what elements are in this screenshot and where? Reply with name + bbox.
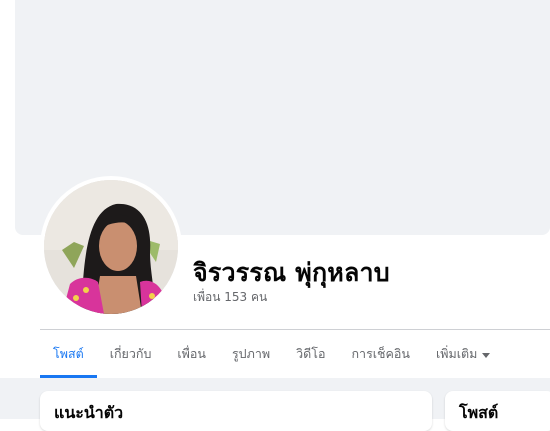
intro-card-title: แนะนำตัว: [54, 403, 124, 422]
caret-down-icon: [482, 352, 491, 358]
profile-picture[interactable]: [44, 180, 178, 314]
tab-check-ins[interactable]: การเช็คอิน: [338, 330, 422, 378]
tab-about[interactable]: เกี่ยวกับ: [97, 330, 165, 378]
profile-photo-image: [44, 180, 178, 314]
tab-videos-label: วิดีโอ: [296, 346, 326, 361]
posts-card-title: โพสต์: [459, 403, 499, 422]
profile-name: จิรวรรณ พุ่กุหลาบ: [193, 258, 390, 287]
tab-more[interactable]: เพิ่มเติม: [423, 330, 503, 378]
tab-friends[interactable]: เพื่อน: [164, 330, 219, 378]
tab-about-label: เกี่ยวกับ: [109, 346, 152, 361]
tab-check-ins-label: การเช็คอิน: [351, 346, 410, 361]
tab-posts[interactable]: โพสต์: [40, 330, 97, 378]
friend-count[interactable]: เพื่อน 153 คน: [193, 288, 267, 307]
tab-photos-label: รูปภาพ: [231, 346, 271, 361]
profile-tabs: โพสต์ เกี่ยวกับ เพื่อน รูปภาพ วิดีโอ การ…: [40, 330, 550, 378]
tab-videos[interactable]: วิดีโอ: [283, 330, 338, 378]
tab-posts-label: โพสต์: [53, 346, 84, 361]
posts-card: โพสต์: [445, 391, 550, 431]
profile-picture-frame[interactable]: [40, 176, 182, 318]
intro-card: แนะนำตัว: [40, 391, 432, 431]
tab-photos[interactable]: รูปภาพ: [219, 330, 283, 378]
tab-friends-label: เพื่อน: [177, 346, 206, 361]
tab-more-label: เพิ่มเติม: [435, 346, 478, 361]
